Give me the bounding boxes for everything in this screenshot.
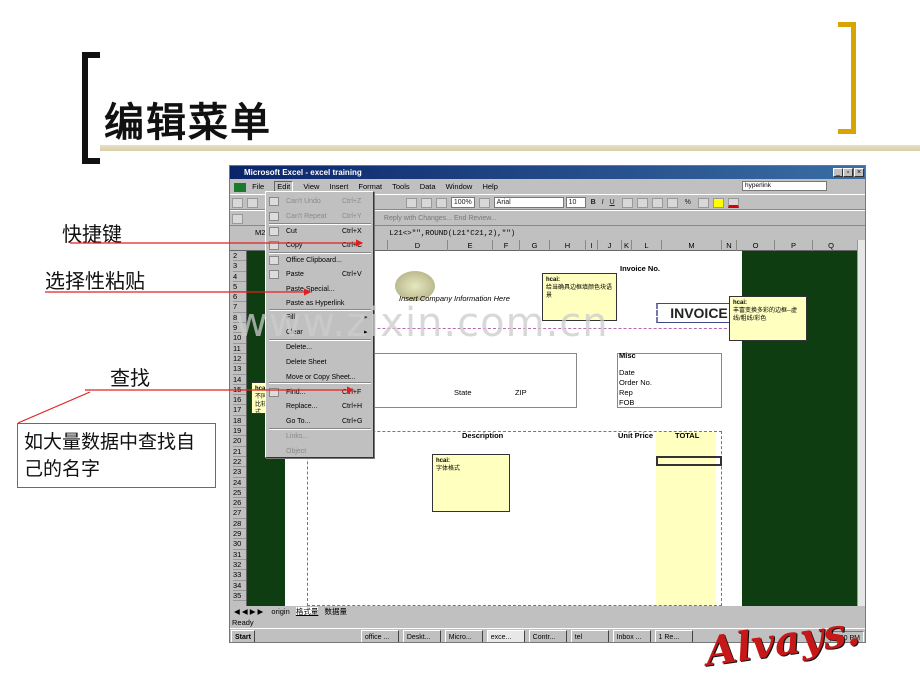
watermark: www.zixin.com.cn (235, 300, 609, 346)
note-connector (17, 391, 91, 424)
